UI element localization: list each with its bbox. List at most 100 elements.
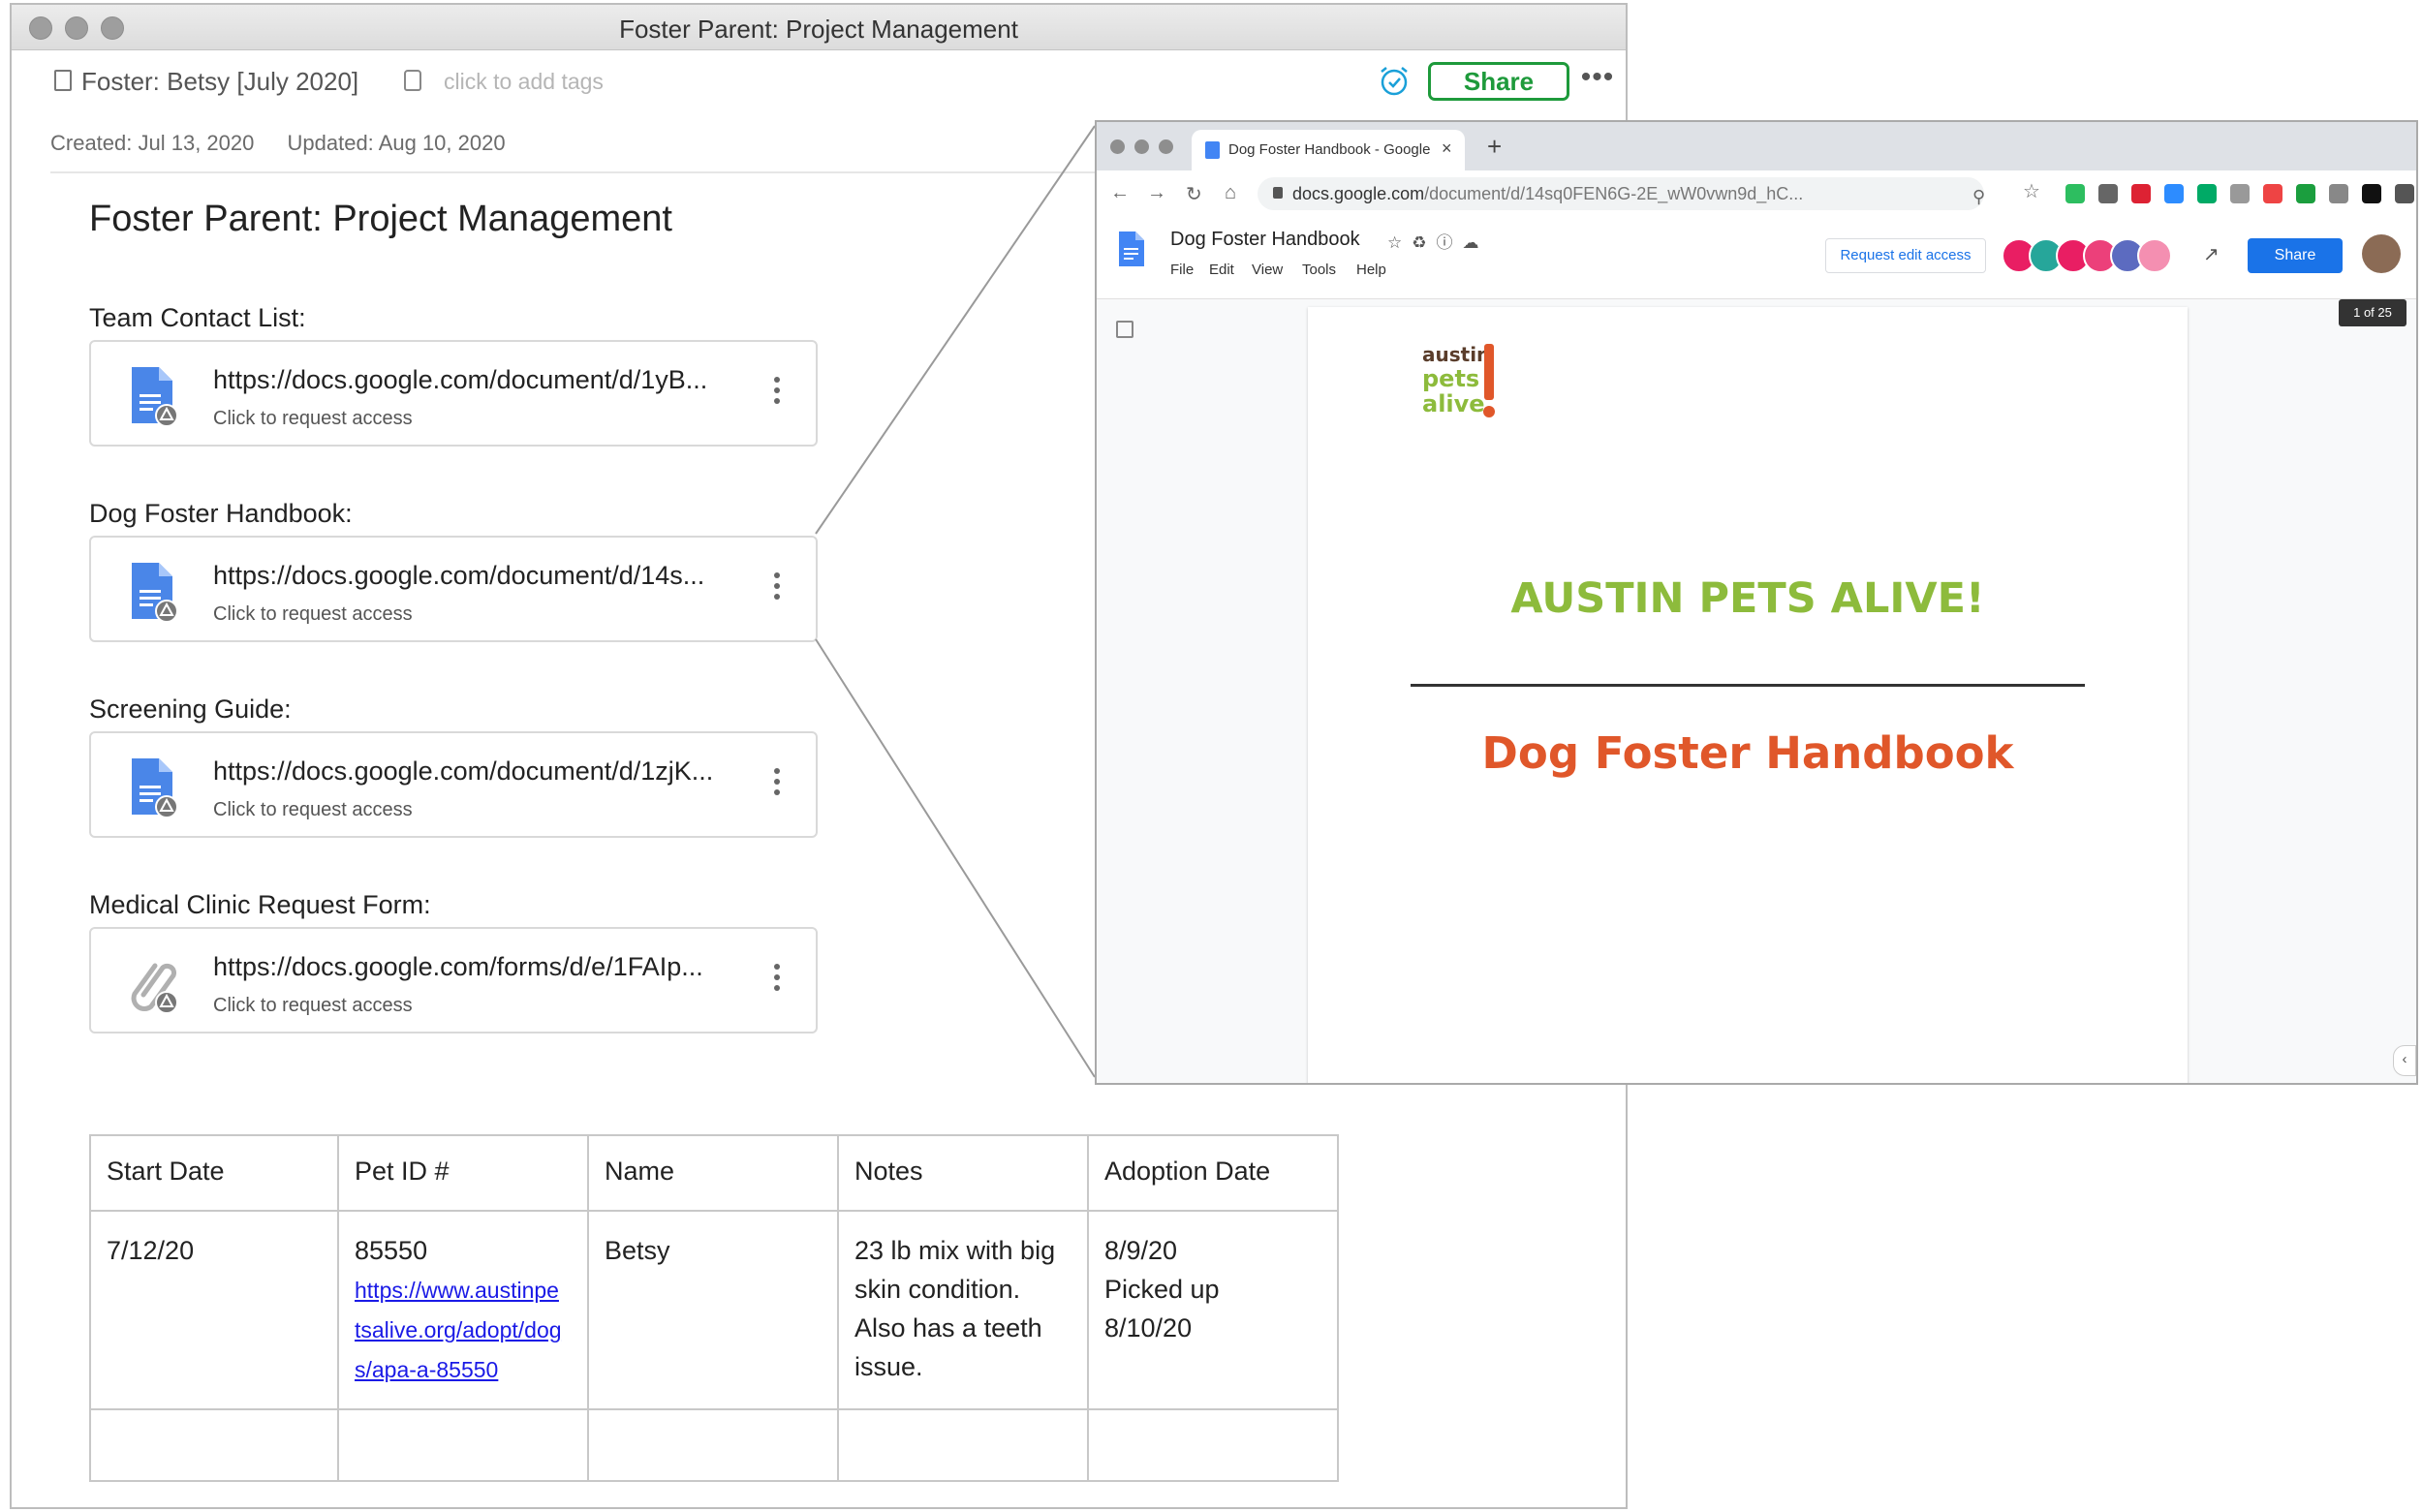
zoom-extension-icon[interactable] xyxy=(2164,184,2184,203)
table-row-empty xyxy=(89,1408,1339,1482)
handbook-title: Dog Foster Handbook xyxy=(1481,727,2014,779)
title-action-icons[interactable]: ☆♻ⓘ☁ xyxy=(1387,229,1488,253)
link-url[interactable]: https://docs.google.com/forms/d/e/1FAIp.… xyxy=(213,952,703,982)
section-label: Medical Clinic Request Form: xyxy=(89,890,431,919)
more-options-icon[interactable]: ••• xyxy=(1559,61,1636,94)
extension-icon[interactable] xyxy=(2362,184,2381,203)
bookmark-star-icon[interactable]: ☆ xyxy=(2023,179,2040,203)
pet-profile-link[interactable]: https://www.austinpe tsalive.org/adopt/d… xyxy=(355,1278,562,1382)
docs-header: Dog Foster Handbook ☆♻ⓘ☁ File Edit View … xyxy=(1097,217,2416,299)
organization-heading: AUSTIN PETS ALIVE! xyxy=(1510,574,1985,623)
adoption-line: 8/9/20 xyxy=(1104,1236,1178,1265)
url-input[interactable]: docs.google.com/document/d/14sq0FEN6G-2E… xyxy=(1258,177,1985,210)
close-tab-icon[interactable]: × xyxy=(1442,139,1452,159)
table-header: Start Date xyxy=(89,1134,339,1212)
divider xyxy=(50,171,1116,173)
heading-divider xyxy=(1411,684,2085,687)
table-header: Pet ID # xyxy=(337,1134,589,1212)
zoom-icon[interactable]: ⚲ xyxy=(1972,187,1985,207)
empty-cell[interactable] xyxy=(337,1408,589,1482)
tab-strip: Dog Foster Handbook - Google × + xyxy=(1097,122,2416,170)
document-title[interactable]: Dog Foster Handbook xyxy=(1170,229,1360,251)
puzzle-icon[interactable] xyxy=(2395,184,2414,203)
google-docs-icon xyxy=(132,758,178,818)
extension-icon[interactable] xyxy=(2131,184,2151,203)
menu-file[interactable]: File xyxy=(1170,262,1194,278)
link-url[interactable]: https://docs.google.com/document/d/14s..… xyxy=(213,561,704,591)
table-header: Name xyxy=(587,1134,839,1212)
new-tab-button[interactable]: + xyxy=(1487,132,1502,162)
document-outline-icon[interactable] xyxy=(1116,321,1133,338)
extension-icon[interactable] xyxy=(2230,184,2250,203)
link-card-dog-foster-handbook[interactable]: https://docs.google.com/document/d/14s..… xyxy=(89,536,818,642)
empty-cell[interactable] xyxy=(1087,1408,1339,1482)
activity-trend-icon[interactable]: ↗ xyxy=(2203,242,2220,266)
window-controls xyxy=(1110,139,1173,154)
avatar[interactable] xyxy=(2362,234,2401,273)
link-url[interactable]: https://docs.google.com/document/d/1yB..… xyxy=(213,365,707,395)
close-window-button[interactable] xyxy=(1110,139,1125,154)
extension-icon[interactable] xyxy=(2329,184,2348,203)
notes-line: Also has a teeth xyxy=(854,1313,1042,1342)
evernote-extension-icon[interactable] xyxy=(2065,184,2085,203)
collaborator-avatar[interactable] xyxy=(2137,238,2172,273)
browser-tab[interactable]: Dog Foster Handbook - Google × xyxy=(1192,130,1465,170)
note-title-bar: Foster Parent: Project Management xyxy=(12,5,1626,50)
home-icon[interactable]: ⌂ xyxy=(1225,182,1236,204)
notes-cell: 23 lb mix with big skin condition. Also … xyxy=(837,1210,1089,1410)
link-card-screening-guide[interactable]: https://docs.google.com/document/d/1zjK.… xyxy=(89,731,818,838)
share-button[interactable]: Share xyxy=(1428,62,1569,101)
chevron-left-icon[interactable]: ‹ xyxy=(2393,1045,2416,1076)
menu-view[interactable]: View xyxy=(1252,262,1283,278)
lock-icon xyxy=(1273,187,1283,199)
url-host: docs.google.com xyxy=(1292,184,1425,203)
forward-arrow-icon[interactable]: → xyxy=(1147,182,1166,204)
tags-input[interactable]: click to add tags xyxy=(444,69,604,95)
note-heading: Foster Parent: Project Management xyxy=(89,199,672,239)
request-access-text[interactable]: Click to request access xyxy=(213,408,413,430)
section-label: Screening Guide: xyxy=(89,694,292,724)
link-card-team-contact-list[interactable]: https://docs.google.com/document/d/1yB..… xyxy=(89,340,818,447)
menu-tools[interactable]: Tools xyxy=(1302,262,1336,278)
extension-icon[interactable] xyxy=(2296,184,2315,203)
menu-help[interactable]: Help xyxy=(1356,262,1386,278)
menu-edit[interactable]: Edit xyxy=(1209,262,1234,278)
empty-cell[interactable] xyxy=(587,1408,839,1482)
notebook-icon xyxy=(54,70,72,91)
table-header: Adoption Date xyxy=(1087,1134,1339,1212)
link-card-medical-clinic-form[interactable]: https://docs.google.com/forms/d/e/1FAIp.… xyxy=(89,927,818,1034)
extension-icon[interactable] xyxy=(2098,184,2118,203)
beta-extension-icon[interactable] xyxy=(2197,184,2217,203)
kebab-menu-icon[interactable] xyxy=(774,377,782,409)
empty-cell[interactable] xyxy=(89,1408,339,1482)
link-url[interactable]: https://docs.google.com/document/d/1zjK.… xyxy=(213,756,713,787)
empty-cell[interactable] xyxy=(837,1408,1089,1482)
minimize-window-button[interactable] xyxy=(1134,139,1149,154)
kebab-menu-icon[interactable] xyxy=(774,964,782,996)
kebab-menu-icon[interactable] xyxy=(774,572,782,604)
tab-title: Dog Foster Handbook - Google xyxy=(1228,141,1431,158)
reload-icon[interactable]: ↻ xyxy=(1186,182,1202,206)
zoom-window-button[interactable] xyxy=(1159,139,1173,154)
section-label: Team Contact List: xyxy=(89,303,306,332)
back-arrow-icon[interactable]: ← xyxy=(1110,182,1130,204)
request-edit-access-button[interactable]: Request edit access xyxy=(1825,238,1986,273)
extension-icon[interactable] xyxy=(2263,184,2282,203)
google-docs-logo-icon[interactable] xyxy=(1118,231,1145,267)
docs-share-button[interactable]: Share xyxy=(2248,238,2343,273)
url-text: docs.google.com/document/d/14sq0FEN6G-2E… xyxy=(1292,184,1803,204)
adoption-line: 8/10/20 xyxy=(1104,1313,1193,1342)
google-docs-icon xyxy=(1205,141,1220,159)
link-line: https://www.austinpe xyxy=(355,1278,559,1303)
pet-id: 85550 xyxy=(355,1236,428,1265)
kebab-menu-icon[interactable] xyxy=(774,768,782,800)
request-access-text[interactable]: Click to request access xyxy=(213,995,413,1017)
page-counter: 1 of 25 xyxy=(2339,299,2406,326)
request-access-text[interactable]: Click to request access xyxy=(213,799,413,821)
paperclip-icon xyxy=(131,963,178,1014)
request-access-text[interactable]: Click to request access xyxy=(213,603,413,626)
google-docs-icon xyxy=(132,367,178,427)
table-header: Notes xyxy=(837,1134,1089,1212)
notebook-selector[interactable]: Foster: Betsy [July 2020] xyxy=(81,67,358,97)
alarm-clock-icon[interactable] xyxy=(1378,64,1411,97)
